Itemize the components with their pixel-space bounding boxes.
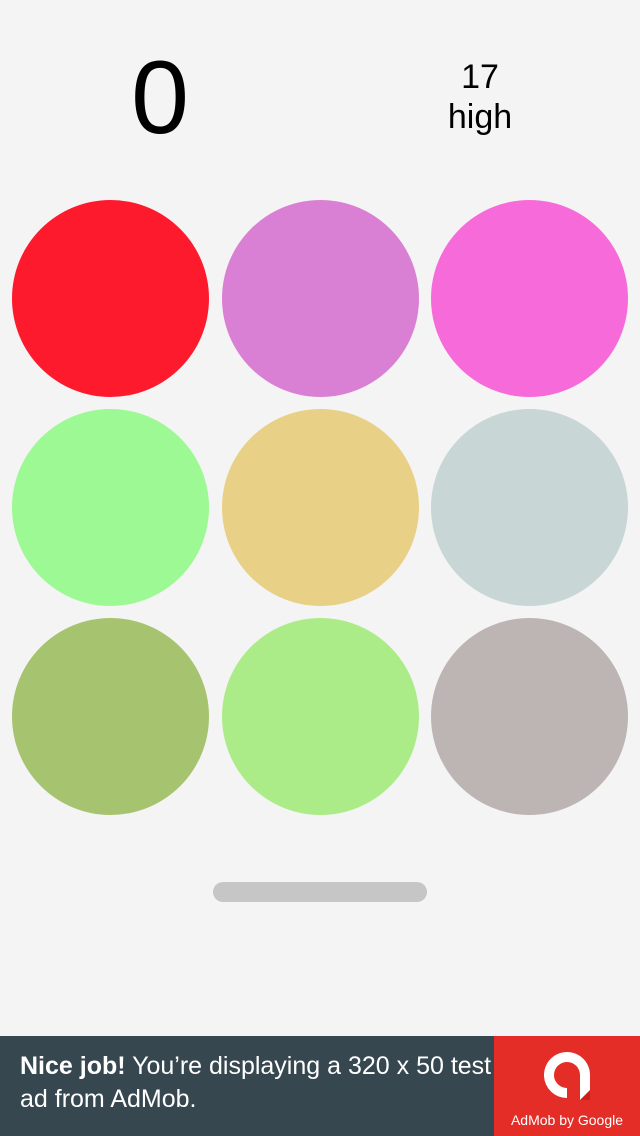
color-circle-5[interactable] <box>221 409 419 606</box>
timer-bar <box>213 882 427 902</box>
color-circle-9[interactable] <box>431 618 628 815</box>
ad-headline: Nice job! <box>20 1052 126 1080</box>
ad-logo-caption: AdMob by Google <box>510 1112 624 1128</box>
high-score-value: 17 <box>461 58 499 96</box>
admob-logo-icon <box>544 1052 590 1100</box>
high-score-label: high <box>447 98 513 136</box>
color-circle-7[interactable] <box>12 618 209 815</box>
ad-text[interactable]: Nice job! You’re displaying a 320 x 50 t… <box>0 1036 494 1136</box>
color-circle-grid <box>12 200 628 815</box>
timer-bar-fill <box>213 882 427 902</box>
color-circle-4[interactable] <box>12 409 209 606</box>
color-circle-3[interactable] <box>431 200 628 397</box>
high-score: 17 high <box>400 58 560 138</box>
current-score: 0 <box>131 40 189 156</box>
game-screen: 0 17 high Nice job! You’re displaying a … <box>0 0 640 1136</box>
color-circle-2[interactable] <box>221 200 419 397</box>
color-circle-8[interactable] <box>221 618 419 815</box>
color-circle-1[interactable] <box>12 200 209 397</box>
ad-logo[interactable]: AdMob by Google <box>494 1036 640 1136</box>
color-circle-6[interactable] <box>431 409 628 606</box>
ad-banner[interactable]: Nice job! You’re displaying a 320 x 50 t… <box>0 1036 640 1136</box>
